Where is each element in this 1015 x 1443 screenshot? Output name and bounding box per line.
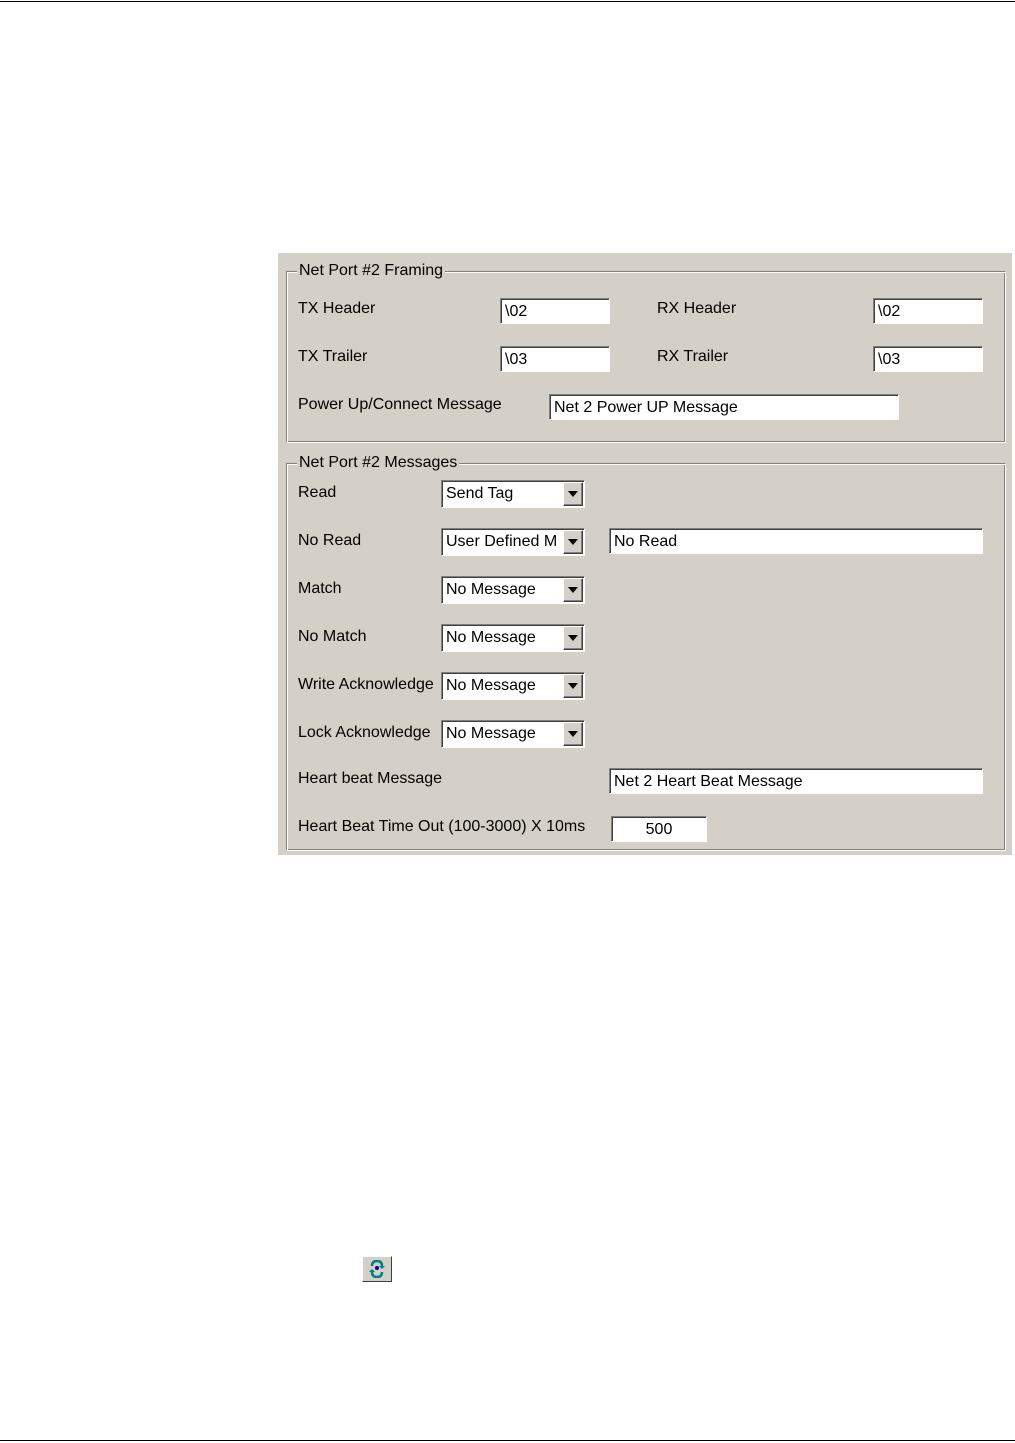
tx-header-input[interactable]: \02 (500, 298, 610, 324)
no-read-dropdown-value: User Defined M (446, 533, 558, 550)
read-dropdown-value: Send Tag (446, 485, 514, 502)
lock-acknowledge-dropdown[interactable]: No Message (441, 720, 585, 748)
tx-header-label: TX Header (298, 300, 376, 317)
no-match-dropdown-value: No Message (446, 629, 536, 646)
framing-groupbox: Net Port #2 Framing TX Header \02 RX Hea… (286, 262, 1006, 443)
heartbeat-timeout-label: Heart Beat Time Out (100-3000) X 10ms (298, 818, 586, 835)
read-dropdown-arrow-icon[interactable] (563, 482, 583, 506)
lock-acknowledge-dropdown-value: No Message (446, 725, 536, 742)
lock-acknowledge-dropdown-arrow-icon[interactable] (563, 722, 583, 746)
no-read-label: No Read (298, 532, 362, 549)
match-dropdown-value: No Message (446, 581, 536, 598)
read-dropdown[interactable]: Send Tag (441, 480, 585, 508)
write-acknowledge-dropdown-value: No Message (446, 677, 536, 694)
match-dropdown[interactable]: No Message (441, 576, 585, 604)
no-match-dropdown[interactable]: No Message (441, 624, 585, 652)
messages-groupbox: Net Port #2 Messages Read Send Tag No Re… (286, 454, 1006, 851)
framing-group-title: Net Port #2 Framing (297, 262, 446, 280)
match-dropdown-arrow-icon[interactable] (563, 578, 583, 602)
no-match-label: No Match (298, 628, 367, 645)
heartbeat-message-input[interactable]: Net 2 Heart Beat Message (609, 768, 983, 794)
heartbeat-timeout-input[interactable]: 500 (611, 816, 707, 842)
no-read-message-input[interactable]: No Read (609, 528, 983, 554)
rx-trailer-input[interactable]: \03 (873, 346, 983, 372)
power-up-message-label: Power Up/Connect Message (298, 396, 502, 413)
no-read-dropdown-arrow-icon[interactable] (563, 530, 583, 554)
lock-acknowledge-label: Lock Acknowledge (298, 724, 431, 741)
messages-group-title: Net Port #2 Messages (297, 454, 460, 472)
write-acknowledge-dropdown[interactable]: No Message (441, 672, 585, 700)
write-acknowledge-label: Write Acknowledge (298, 676, 434, 693)
rx-header-input[interactable]: \02 (873, 298, 983, 324)
match-label: Match (298, 580, 342, 597)
help-icon-glyph (369, 1260, 385, 1278)
net-port-2-settings-panel: Net Port #2 Framing TX Header \02 RX Hea… (278, 253, 1012, 855)
heartbeat-message-label: Heart beat Message (298, 770, 443, 787)
power-up-message-input[interactable]: Net 2 Power UP Message (549, 394, 899, 420)
help-icon[interactable] (362, 1256, 392, 1282)
page-bottom-rule (0, 1440, 1015, 1441)
no-match-dropdown-arrow-icon[interactable] (563, 626, 583, 650)
no-read-dropdown[interactable]: User Defined M (441, 528, 585, 556)
tx-trailer-input[interactable]: \03 (500, 346, 610, 372)
rx-trailer-label: RX Trailer (657, 348, 729, 365)
write-acknowledge-dropdown-arrow-icon[interactable] (563, 674, 583, 698)
page-top-rule (0, 1, 1015, 2)
tx-trailer-label: TX Trailer (298, 348, 368, 365)
read-label: Read (298, 484, 337, 501)
rx-header-label: RX Header (657, 300, 737, 317)
